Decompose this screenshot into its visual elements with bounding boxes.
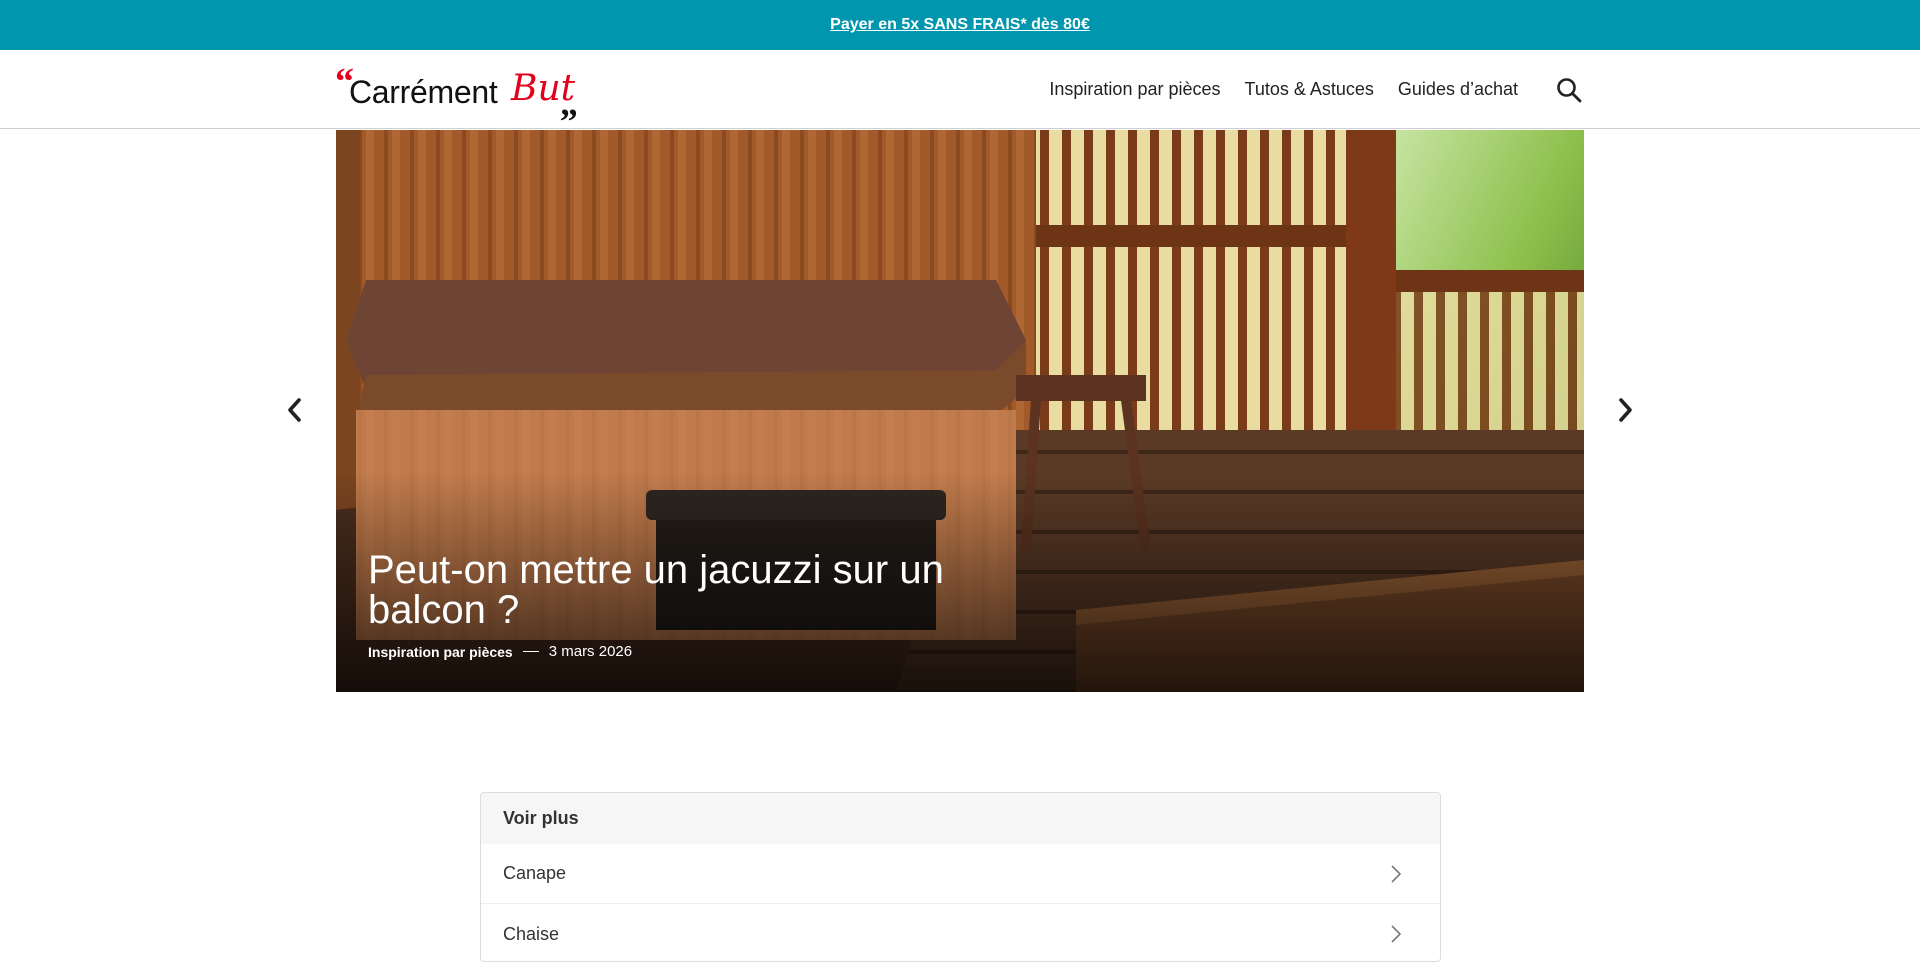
see-more-item-label: Chaise [503,923,560,944]
hero-category[interactable]: Inspiration par pièces [368,644,513,660]
promo-banner: Payer en 5x SANS FRAIS* dès 80€ [0,0,1920,50]
chevron-right-icon[interactable] [1613,395,1637,425]
meta-separator [522,651,539,652]
hero-slide[interactable]: Peut-on mettre un jacuzzi sur un balcon … [336,130,1584,692]
search-icon[interactable] [1555,76,1583,104]
hero-meta: Inspiration par pièces 3 mars 2026 [368,643,632,660]
see-more-heading: Voir plus [481,793,1440,844]
site-logo[interactable]: “ Carrément But „ [335,61,585,123]
see-more-item-chaise[interactable]: Chaise [481,904,1440,961]
logo-word-carrement: Carrément [349,74,498,110]
chevron-right-icon [1391,925,1402,943]
main-nav: Inspiration par pièces Tutos & Astuces G… [1049,50,1518,129]
chevron-left-icon[interactable] [283,395,307,425]
logo-quote-close: „ [560,83,578,123]
nav-item-guides[interactable]: Guides d’achat [1398,79,1518,100]
hero-date: 3 mars 2026 [548,643,633,660]
see-more-item-canape[interactable]: Canape [481,844,1440,904]
nav-item-tutos[interactable]: Tutos & Astuces [1245,79,1374,100]
chevron-right-icon [1391,864,1402,883]
promo-link[interactable]: Payer en 5x SANS FRAIS* dès 80€ [830,16,1090,34]
see-more-panel: Voir plus Canape Chaise [480,792,1441,962]
nav-item-inspiration[interactable]: Inspiration par pièces [1049,79,1220,100]
see-more-item-label: Canape [503,863,567,883]
site-header: “ Carrément But „ Inspiration par pièces… [0,50,1920,129]
hero-title[interactable]: Peut-on mettre un jacuzzi sur un balcon … [368,550,1008,630]
